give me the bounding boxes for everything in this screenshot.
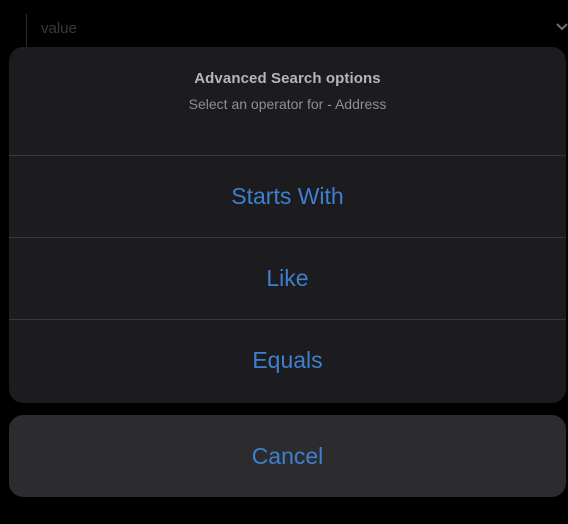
action-sheet-header: Advanced Search options Select an operat…: [9, 47, 566, 155]
action-sheet: Advanced Search options Select an operat…: [9, 47, 566, 403]
chevron-down-icon: [556, 23, 568, 31]
action-sheet-message: Select an operator for - Address: [188, 96, 387, 112]
background-value-field: value: [26, 14, 546, 48]
like-button[interactable]: Like: [9, 238, 566, 319]
action-sheet-title: Advanced Search options: [194, 70, 381, 87]
equals-button[interactable]: Equals: [9, 320, 566, 401]
screen: value Advanced Search options Select an …: [0, 0, 568, 524]
cancel-button[interactable]: Cancel: [9, 415, 566, 497]
starts-with-button[interactable]: Starts With: [9, 156, 566, 237]
background-field-value: value: [41, 20, 77, 37]
